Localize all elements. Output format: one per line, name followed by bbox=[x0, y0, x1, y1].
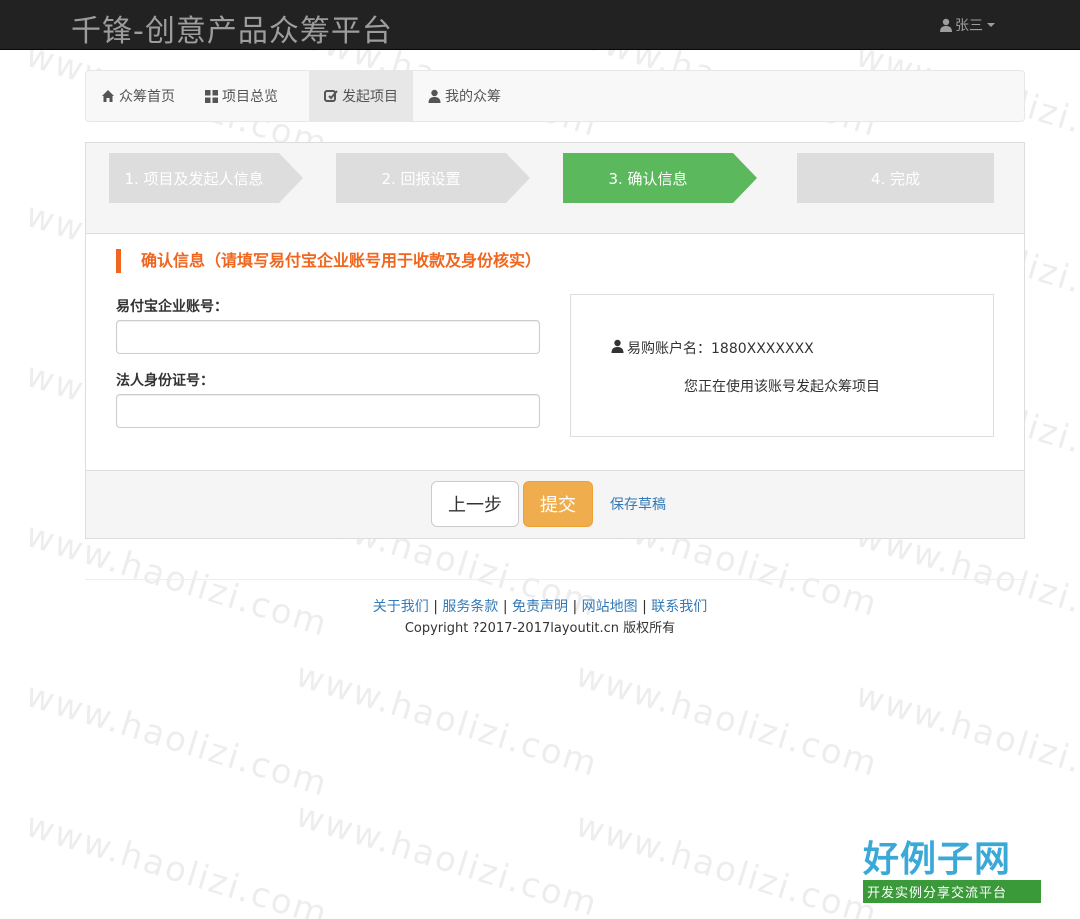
haolizi-logo: 好例子网 开发实例分享交流平台 bbox=[863, 838, 1043, 903]
footer-divider bbox=[85, 579, 1025, 580]
step-1: 1. 项目及发起人信息 bbox=[109, 153, 303, 203]
nav-item-launch[interactable]: 发起项目 bbox=[309, 71, 413, 121]
copyright-text: Copyright ?2017-2017layoutit.cn 版权所有 bbox=[404, 621, 676, 636]
account-note: 您正在使用该账号发起众筹项目 bbox=[684, 379, 880, 395]
grid-icon bbox=[205, 89, 218, 103]
footer-link-terms[interactable]: 服务条款 bbox=[442, 599, 498, 615]
watermark-text: www.haolizi.com bbox=[291, 794, 603, 919]
nav-item-mine[interactable]: 我的众筹 bbox=[413, 71, 516, 121]
submit-button[interactable]: 提交 bbox=[523, 481, 593, 527]
footer-separator: | bbox=[428, 599, 443, 615]
footer-links: 关于我们 | 服务条款 | 免责声明 | 网站地图 | 联系我们 bbox=[0, 596, 1080, 616]
account-info-line: 易购账户名：1880XXXXXXX bbox=[611, 338, 814, 358]
caret-down-icon bbox=[987, 23, 995, 27]
footer-separator: | bbox=[498, 599, 512, 615]
user-name: 张三 bbox=[955, 18, 983, 34]
edit-icon bbox=[324, 89, 338, 103]
account-name-text: 易购账户名：1880XXXXXXX bbox=[627, 341, 814, 357]
home-icon bbox=[101, 89, 115, 103]
top-navbar: 千锋-创意产品众筹平台 张三 bbox=[0, 0, 1080, 50]
step-label: 1. 项目及发起人信息 bbox=[124, 169, 264, 188]
id-number-label: 法人身份证号： bbox=[116, 373, 214, 389]
step-3-current: 3. 确认信息 bbox=[563, 153, 757, 203]
step-2: 2. 回报设置 bbox=[336, 153, 530, 203]
nav-item-label: 我的众筹 bbox=[445, 89, 501, 105]
brand-title[interactable]: 千锋-创意产品众筹平台 bbox=[71, 6, 393, 50]
step-label: 3. 确认信息 bbox=[608, 169, 688, 188]
form-actions: 上一步 提交 保存草稿 bbox=[86, 470, 1024, 538]
logo-sub-text: 开发实例分享交流平台 bbox=[863, 880, 1041, 903]
main-nav: 众筹首页 项目总览 发起项目 我的众筹 bbox=[85, 70, 1025, 122]
section-title: 确认信息（请填写易付宝企业账号用于收款及身份核实） bbox=[116, 249, 541, 273]
footer-separator: | bbox=[568, 599, 582, 615]
footer-separator: | bbox=[637, 599, 652, 615]
nav-item-label: 众筹首页 bbox=[119, 89, 175, 105]
watermark-text: www.haolizi.com bbox=[851, 674, 1080, 806]
account-info-box: 易购账户名：1880XXXXXXX 您正在使用该账号发起众筹项目 bbox=[570, 294, 994, 437]
user-icon bbox=[939, 18, 953, 32]
footer-link-contact[interactable]: 联系我们 bbox=[651, 599, 707, 615]
footer-link-disclaimer[interactable]: 免责声明 bbox=[512, 599, 568, 615]
nav-item-overview[interactable]: 项目总览 bbox=[205, 71, 278, 121]
step-4: 4. 完成 bbox=[797, 153, 994, 203]
watermark-text: www.haolizi.com bbox=[571, 654, 883, 786]
step-label: 4. 完成 bbox=[870, 169, 921, 188]
watermark-text: www.haolizi.com bbox=[571, 804, 883, 919]
nav-item-label: 发起项目 bbox=[342, 89, 398, 105]
footer-link-about[interactable]: 关于我们 bbox=[373, 599, 429, 615]
account-label: 易付宝企业账号： bbox=[116, 299, 228, 315]
launch-project-panel: 1. 项目及发起人信息 2. 回报设置 3. 确认信息 4. 完成 确认信息（请… bbox=[85, 142, 1025, 539]
watermark-text: www.haolizi.com bbox=[291, 654, 603, 786]
prev-step-button[interactable]: 上一步 bbox=[431, 481, 519, 527]
progress-steps: 1. 项目及发起人信息 2. 回报设置 3. 确认信息 4. 完成 bbox=[86, 143, 1024, 234]
user-menu[interactable]: 张三 bbox=[939, 15, 995, 35]
watermark-text: www.haolizi.com bbox=[21, 674, 333, 806]
user-icon bbox=[611, 339, 624, 357]
save-draft-link[interactable]: 保存草稿 bbox=[610, 494, 666, 514]
account-input[interactable] bbox=[116, 320, 540, 354]
user-icon bbox=[428, 89, 441, 103]
id-number-input[interactable] bbox=[116, 394, 540, 428]
footer-link-sitemap[interactable]: 网站地图 bbox=[582, 599, 638, 615]
logo-main-text: 好例子网 bbox=[863, 839, 1012, 880]
watermark-text: www.haolizi.com bbox=[21, 804, 333, 919]
nav-item-home[interactable]: 众筹首页 bbox=[101, 71, 175, 121]
nav-item-label: 项目总览 bbox=[222, 89, 278, 105]
step-label: 2. 回报设置 bbox=[381, 169, 461, 188]
